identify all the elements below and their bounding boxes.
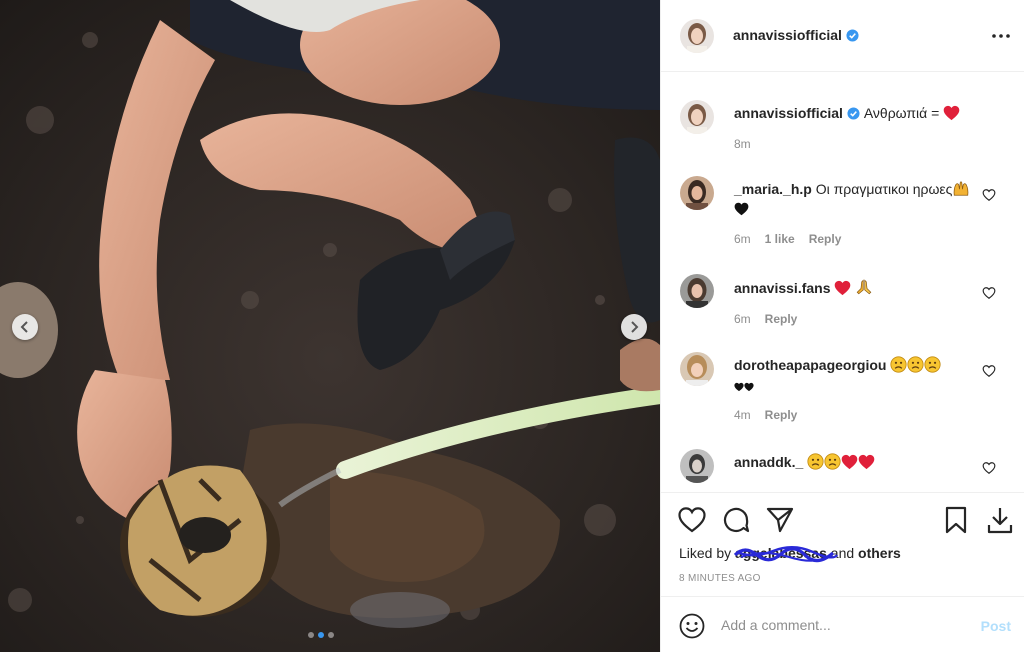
black-heart-icon	[734, 382, 744, 392]
comment-time: 6m	[734, 232, 751, 246]
liked-by: Liked by aggelabessas and others	[679, 545, 901, 563]
like-comment-icon[interactable]	[982, 461, 996, 475]
red-heart-icon	[841, 454, 858, 470]
comment-text: Οι πραγματικοι ηρωες	[815, 181, 953, 197]
commenter-avatar[interactable]	[680, 352, 714, 386]
comment-username[interactable]: dorotheapapageorgiou	[734, 357, 886, 373]
like-comment-icon[interactable]	[982, 188, 996, 202]
commenter-avatar[interactable]	[680, 449, 714, 483]
comment-time: 6m	[734, 312, 751, 326]
author-username[interactable]: annavissiofficial	[733, 27, 842, 43]
raised-hands-icon	[954, 181, 969, 196]
sad-face-icon	[907, 356, 924, 373]
liked-by-user[interactable]: aggelabessas	[733, 545, 839, 563]
red-heart-icon	[835, 280, 851, 296]
black-heart-icon	[734, 202, 749, 216]
red-heart-icon	[858, 454, 875, 470]
like-heart-icon[interactable]	[677, 505, 707, 535]
author-avatar[interactable]	[680, 18, 714, 53]
author-avatar[interactable]	[680, 100, 714, 134]
like-comment-icon[interactable]	[982, 286, 996, 300]
add-comment-bar: Post	[661, 596, 1024, 652]
sad-face-icon	[890, 356, 907, 373]
commenter-avatar[interactable]	[680, 274, 714, 308]
sad-face-icon	[824, 453, 841, 470]
black-heart-icon	[744, 382, 754, 392]
carousel-dot	[328, 632, 334, 638]
download-icon[interactable]	[985, 505, 1015, 535]
comment-username[interactable]: annavissi.fans	[734, 280, 831, 296]
liked-by-prefix: Liked by	[679, 545, 736, 561]
verified-badge-icon	[847, 107, 860, 120]
comment-likes[interactable]: 1 like	[765, 230, 795, 249]
caption-username[interactable]: annavissiofficial	[734, 105, 843, 121]
like-comment-icon[interactable]	[982, 364, 996, 378]
carousel-prev-button[interactable]	[12, 314, 38, 340]
post-actions: Liked by aggelabessas and others 8 MINUT…	[661, 492, 1024, 596]
comment-reply-button[interactable]: Reply	[809, 230, 842, 249]
comment-time: 4m	[734, 408, 751, 422]
post-timestamp: 8 MINUTES AGO	[679, 573, 761, 584]
caption-time: 8m	[734, 137, 751, 151]
more-options-button[interactable]	[991, 26, 1011, 46]
post-header: annavissiofficial	[661, 0, 1024, 72]
sad-face-icon	[924, 356, 941, 373]
comment-username[interactable]: _maria._h.p	[734, 181, 812, 197]
post-comment-button[interactable]: Post	[981, 618, 1011, 634]
comment-bubble-icon[interactable]	[721, 505, 751, 535]
emoji-smile-icon[interactable]	[679, 613, 705, 639]
verified-badge-icon	[846, 28, 859, 42]
bookmark-icon[interactable]	[941, 505, 971, 535]
comment-input[interactable]	[721, 611, 951, 639]
caption-text: Ανθρωπιά =	[863, 105, 944, 121]
more-horizontal-icon	[992, 34, 1010, 38]
post-side-panel: annavissiofficial annavissiofficial Ανθρ…	[660, 0, 1024, 652]
commenter-avatar[interactable]	[680, 176, 714, 210]
chevron-right-icon	[631, 321, 639, 333]
post-media[interactable]	[0, 0, 660, 652]
comment-username[interactable]: annaddk._	[734, 454, 803, 470]
carousel-next-button[interactable]	[621, 314, 647, 340]
post-photo	[0, 0, 660, 652]
red-heart-icon	[943, 105, 960, 121]
carousel-dot	[308, 632, 314, 638]
carousel-dot-active	[318, 632, 324, 638]
comment-reply-button[interactable]: Reply	[765, 406, 798, 425]
comment-reply-button[interactable]: Reply	[765, 310, 798, 329]
sad-face-icon	[807, 453, 824, 470]
scribble-redaction-icon	[733, 546, 839, 563]
carousel-indicator	[308, 632, 334, 638]
folded-hands-icon	[857, 279, 872, 295]
chevron-left-icon	[20, 321, 28, 333]
comments-list[interactable]: annavissiofficial Ανθρωπιά = 8m _maria._…	[661, 72, 1024, 492]
liked-by-others-link[interactable]: others	[858, 545, 901, 561]
share-paper-plane-icon[interactable]	[765, 505, 795, 535]
